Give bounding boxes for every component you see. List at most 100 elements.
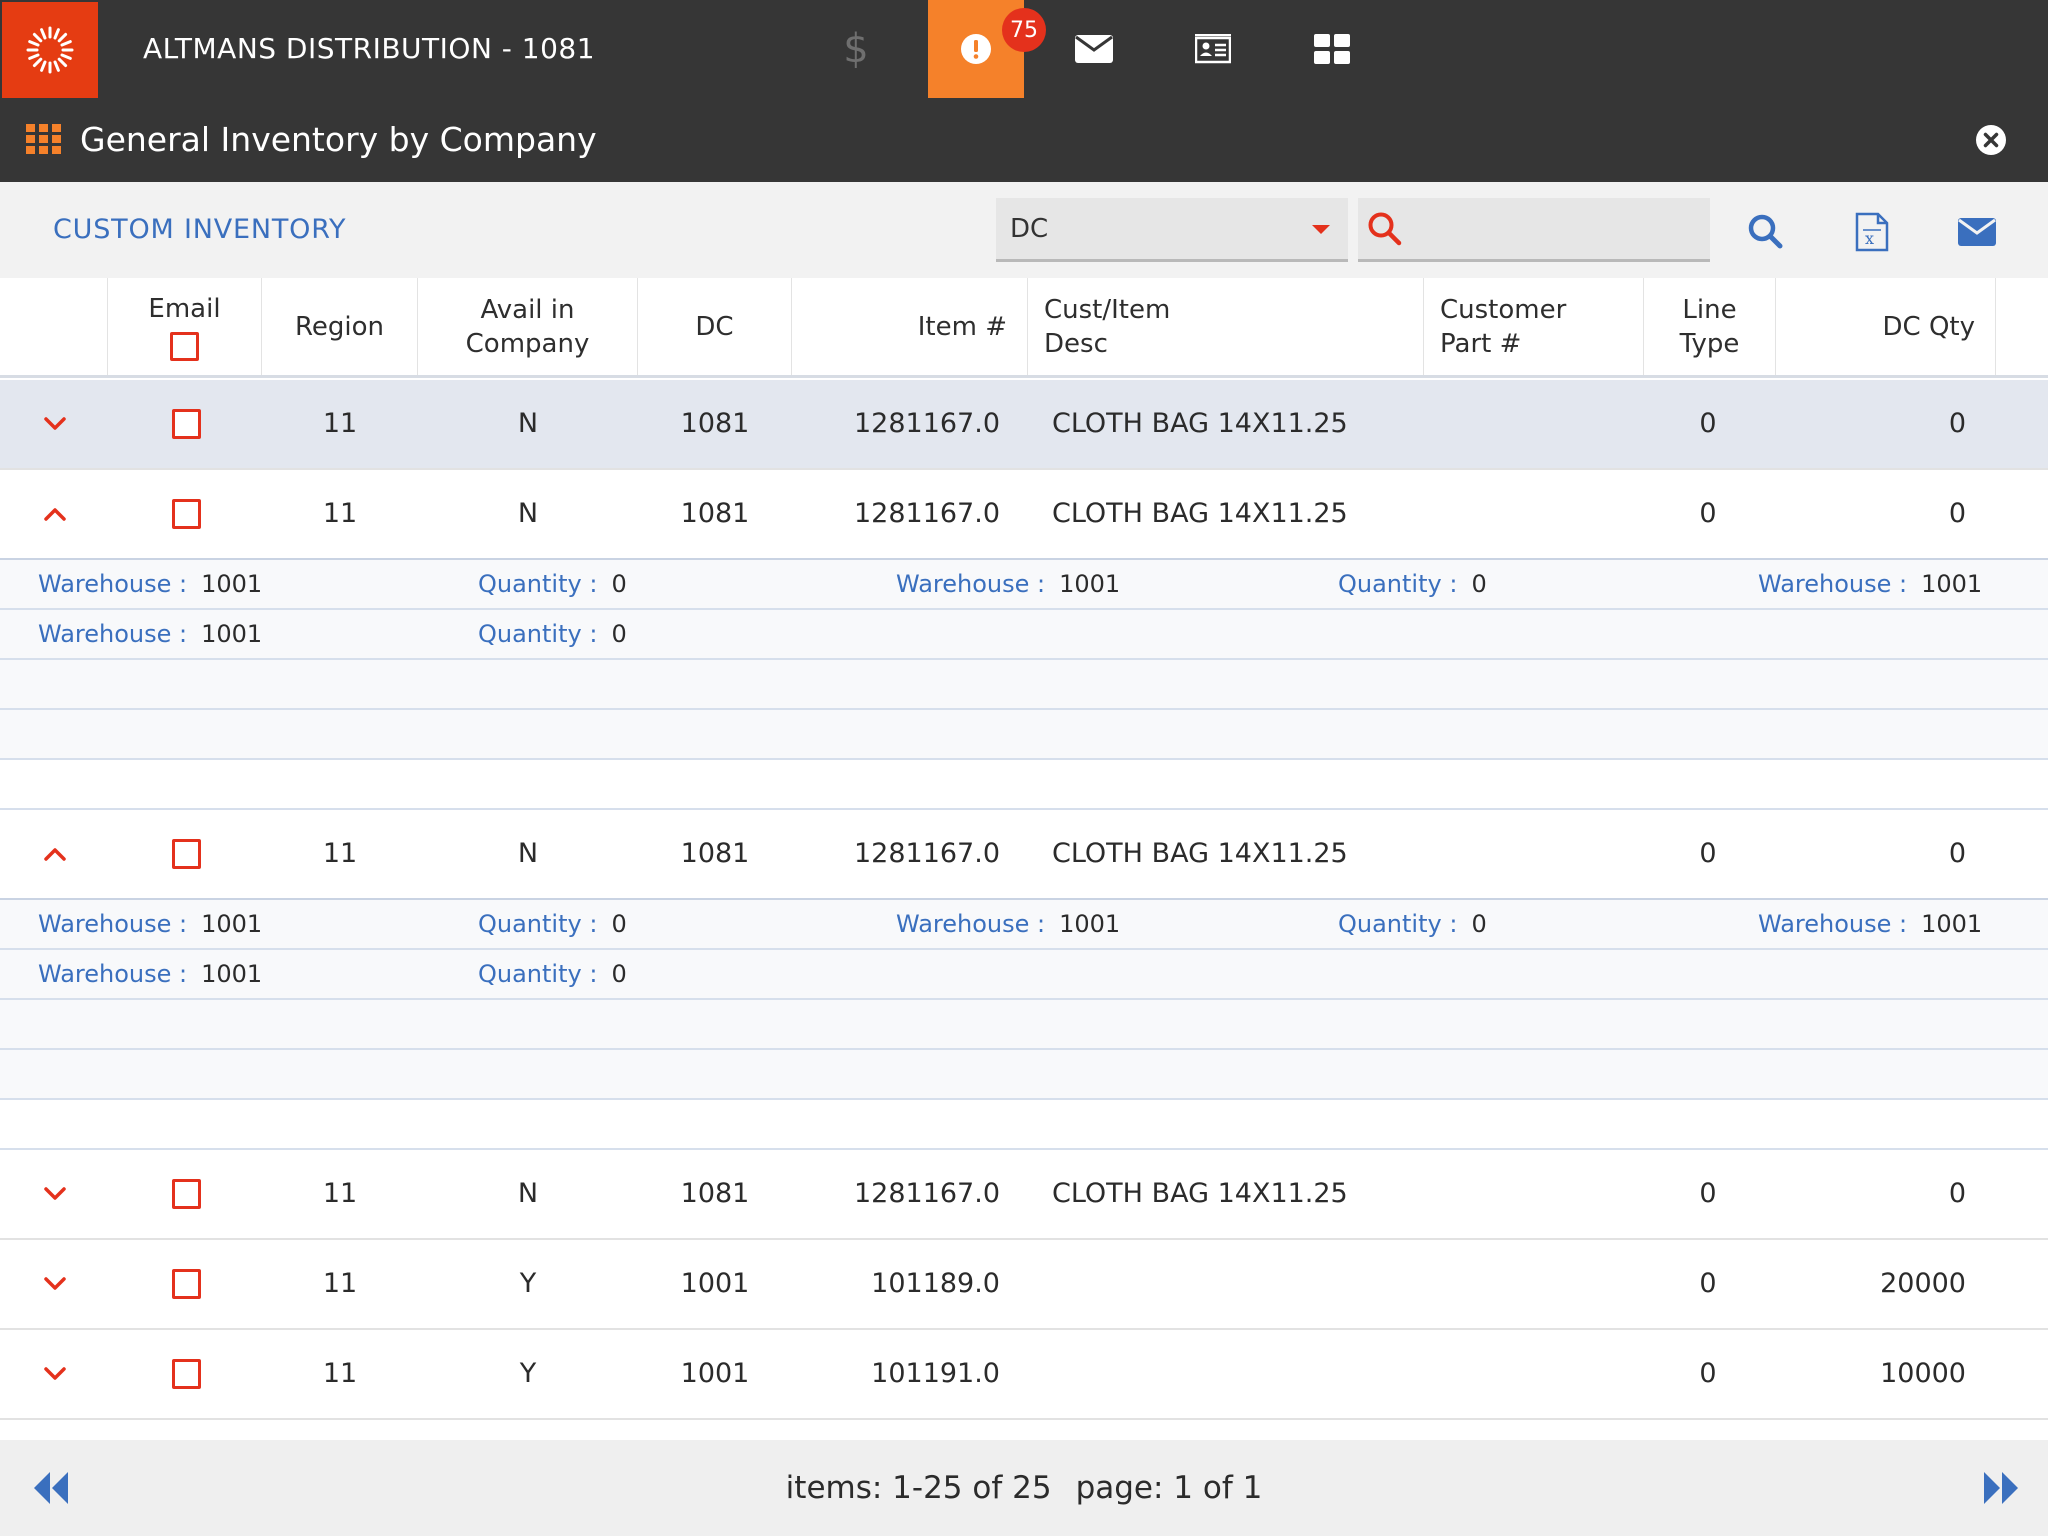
row-description: CLOTH BAG 14X11.25 [1052, 408, 1348, 439]
table-row[interactable]: 11 N 1081 1281167.0 CLOTH BAG 14X11.25 0 0 [0, 380, 2048, 470]
detail-empty-row [0, 1050, 2048, 1100]
header-desc-label-line1: Cust/Item [1044, 294, 1171, 325]
row-description: CLOTH BAG 14X11.25 [1052, 1178, 1348, 1209]
apps-menu-button[interactable] [26, 124, 62, 158]
email-report-button[interactable] [1953, 208, 2001, 256]
export-excel-button[interactable]: x [1848, 208, 1896, 256]
dc-filter-select[interactable]: DC [996, 198, 1348, 262]
row-email-checkbox[interactable] [172, 409, 201, 439]
select-all-email-checkbox[interactable] [170, 332, 199, 361]
row-region: 11 [322, 1358, 358, 1389]
warehouse-label: Warehouse : [896, 910, 1046, 938]
collapse-row-button[interactable] [38, 810, 72, 898]
table-row[interactable]: 11 N 1081 1281167.0 CLOTH BAG 14X11.25 0 0 [0, 1150, 2048, 1240]
detail-empty-row [0, 760, 2048, 810]
table-row[interactable]: 11 N 1081 1281167.0 CLOTH BAG 14X11.25 0 0 [0, 810, 2048, 900]
warehouse-label: Warehouse : [38, 960, 188, 988]
row-email-checkbox[interactable] [172, 1179, 201, 1209]
row-region: 11 [322, 838, 358, 869]
header-dc[interactable]: DC [638, 278, 792, 375]
table-row[interactable]: 11 Y 1001 101189.0 0 20000 [0, 1240, 2048, 1330]
row-item-number: 1281167.0 [853, 838, 1000, 869]
nav-billing-button[interactable]: $ [808, 0, 904, 98]
quantity-label: Quantity : [478, 570, 598, 598]
quantity-label: Quantity : [1338, 570, 1458, 598]
nav-contacts-button[interactable] [1165, 0, 1261, 98]
quantity-value: 0 [1471, 910, 1487, 938]
warehouse-field: Warehouse : 1001 [38, 560, 262, 608]
nav-mail-button[interactable] [1046, 0, 1142, 98]
row-avail-in-company: N [517, 498, 539, 529]
close-button[interactable] [1975, 124, 2007, 156]
row-dc-qty: 0 [1948, 838, 1966, 869]
header-avail-label-line1: Avail in [480, 294, 575, 325]
detail-empty-row [0, 1100, 2048, 1150]
quantity-label: Quantity : [478, 620, 598, 648]
mail-icon [1075, 35, 1113, 63]
chevron-down-icon [44, 417, 66, 430]
home-logo-button[interactable] [2, 2, 98, 98]
row-region: 11 [322, 408, 358, 439]
row-line-type: 0 [1699, 498, 1717, 529]
expand-row-button[interactable] [38, 1330, 72, 1418]
alert-icon [961, 34, 991, 64]
row-dc-qty: 10000 [1880, 1358, 1966, 1389]
expand-row-button[interactable] [38, 380, 72, 468]
row-dc: 1001 [680, 1358, 750, 1389]
quantity-value: 0 [611, 910, 627, 938]
row-email-checkbox[interactable] [172, 839, 201, 869]
quantity-value: 0 [611, 620, 627, 648]
detail-empty-row [0, 710, 2048, 760]
svg-text:x: x [1865, 229, 1874, 248]
quantity-label: Quantity : [1338, 910, 1458, 938]
header-dc-label: DC [695, 311, 734, 342]
header-part-label-line1: Customer [1440, 294, 1567, 325]
table-row[interactable]: 11 N 1081 1281167.0 CLOTH BAG 14X11.25 0 0 [0, 470, 2048, 560]
apps-grid-icon [26, 124, 61, 154]
search-input[interactable] [1420, 204, 1700, 254]
header-item-number[interactable]: Item # [792, 278, 1028, 375]
page-title: General Inventory by Company [80, 120, 597, 159]
expand-row-button[interactable] [38, 1150, 72, 1238]
row-email-checkbox[interactable] [172, 1359, 201, 1389]
collapse-row-button[interactable] [38, 470, 72, 558]
warehouse-field: Warehouse : 1001 [1758, 900, 1982, 948]
header-item-label: Item # [917, 311, 1007, 342]
nav-dashboard-button[interactable] [1284, 0, 1380, 98]
header-dc-qty[interactable]: DC Qty [1776, 278, 1996, 375]
header-line-type[interactable]: Line Type [1644, 278, 1776, 375]
search-button[interactable] [1742, 208, 1790, 256]
warehouse-field: Warehouse : 1001 [38, 900, 262, 948]
warehouse-value: 1001 [1921, 910, 1983, 938]
row-description: CLOTH BAG 14X11.25 [1052, 498, 1348, 529]
pagination-footer: items: 1-25 of 25 page: 1 of 1 [0, 1440, 2048, 1536]
warehouse-detail-row: Warehouse : 1001 Quantity : 0 [0, 610, 2048, 660]
last-page-button[interactable] [1980, 1470, 2020, 1506]
dashboard-grid-icon [1314, 34, 1350, 64]
table-row[interactable]: 11 Y 1001 101191.0 0 10000 [0, 1330, 2048, 1420]
row-line-type: 0 [1699, 1268, 1717, 1299]
warehouse-value: 1001 [201, 570, 263, 598]
row-avail-in-company: Y [519, 1268, 537, 1299]
row-email-checkbox[interactable] [172, 499, 201, 529]
header-cust-item-desc[interactable]: Cust/Item Desc [1028, 278, 1424, 375]
quantity-value: 0 [1471, 570, 1487, 598]
quantity-field: Quantity : 0 [1338, 560, 1487, 608]
quantity-field: Quantity : 0 [478, 610, 627, 658]
quantity-field: Quantity : 0 [478, 950, 627, 998]
row-dc-qty: 0 [1948, 498, 1966, 529]
header-region[interactable]: Region [262, 278, 418, 375]
warehouse-value: 1001 [201, 620, 263, 648]
row-line-type: 0 [1699, 838, 1717, 869]
header-avail-in-company[interactable]: Avail in Company [418, 278, 638, 375]
page-title-bar: General Inventory by Company [0, 98, 2048, 182]
row-email-checkbox[interactable] [172, 1269, 201, 1299]
row-description [1052, 1330, 1422, 1418]
detail-empty-row [0, 660, 2048, 710]
warehouse-field: Warehouse : 1001 [896, 560, 1120, 608]
header-part-label-line2: Part # [1440, 328, 1522, 359]
expand-row-button[interactable] [38, 1240, 72, 1328]
header-customer-part[interactable]: Customer Part # [1424, 278, 1644, 375]
detail-empty-row [0, 1000, 2048, 1050]
warehouse-detail-row: Warehouse : 1001 Quantity : 0 [0, 950, 2048, 1000]
